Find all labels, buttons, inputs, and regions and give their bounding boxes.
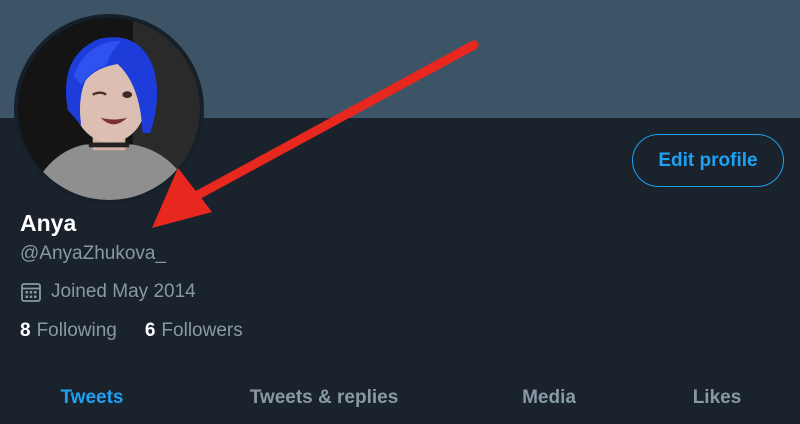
tab-tweets-and-replies[interactable]: Tweets & replies [184, 370, 464, 424]
joined-label: Joined May 2014 [51, 281, 196, 302]
joined-date: Joined May 2014 [20, 281, 196, 303]
follow-stats: 8 Following 6 Followers [20, 320, 243, 342]
following-count: 8 [20, 320, 31, 341]
tab-tweets[interactable]: Tweets [0, 370, 184, 424]
followers-label: Followers [161, 320, 243, 341]
avatar-photo [18, 18, 200, 200]
display-name: Anya [20, 210, 77, 236]
edit-profile-button[interactable]: Edit profile [632, 134, 784, 187]
calendar-icon [21, 283, 41, 302]
user-handle: @AnyaZhukova_ [20, 243, 167, 264]
followers-link[interactable]: 6 Followers [145, 320, 243, 342]
tab-likes[interactable]: Likes [634, 370, 800, 424]
followers-count: 6 [144, 320, 156, 341]
following-link[interactable]: 8 Following [20, 320, 117, 342]
avatar[interactable] [14, 14, 204, 204]
tab-media[interactable]: Media [464, 370, 634, 424]
following-label: Following [36, 320, 117, 341]
profile-tabs: Tweets Tweets & replies Media Likes [0, 370, 800, 424]
